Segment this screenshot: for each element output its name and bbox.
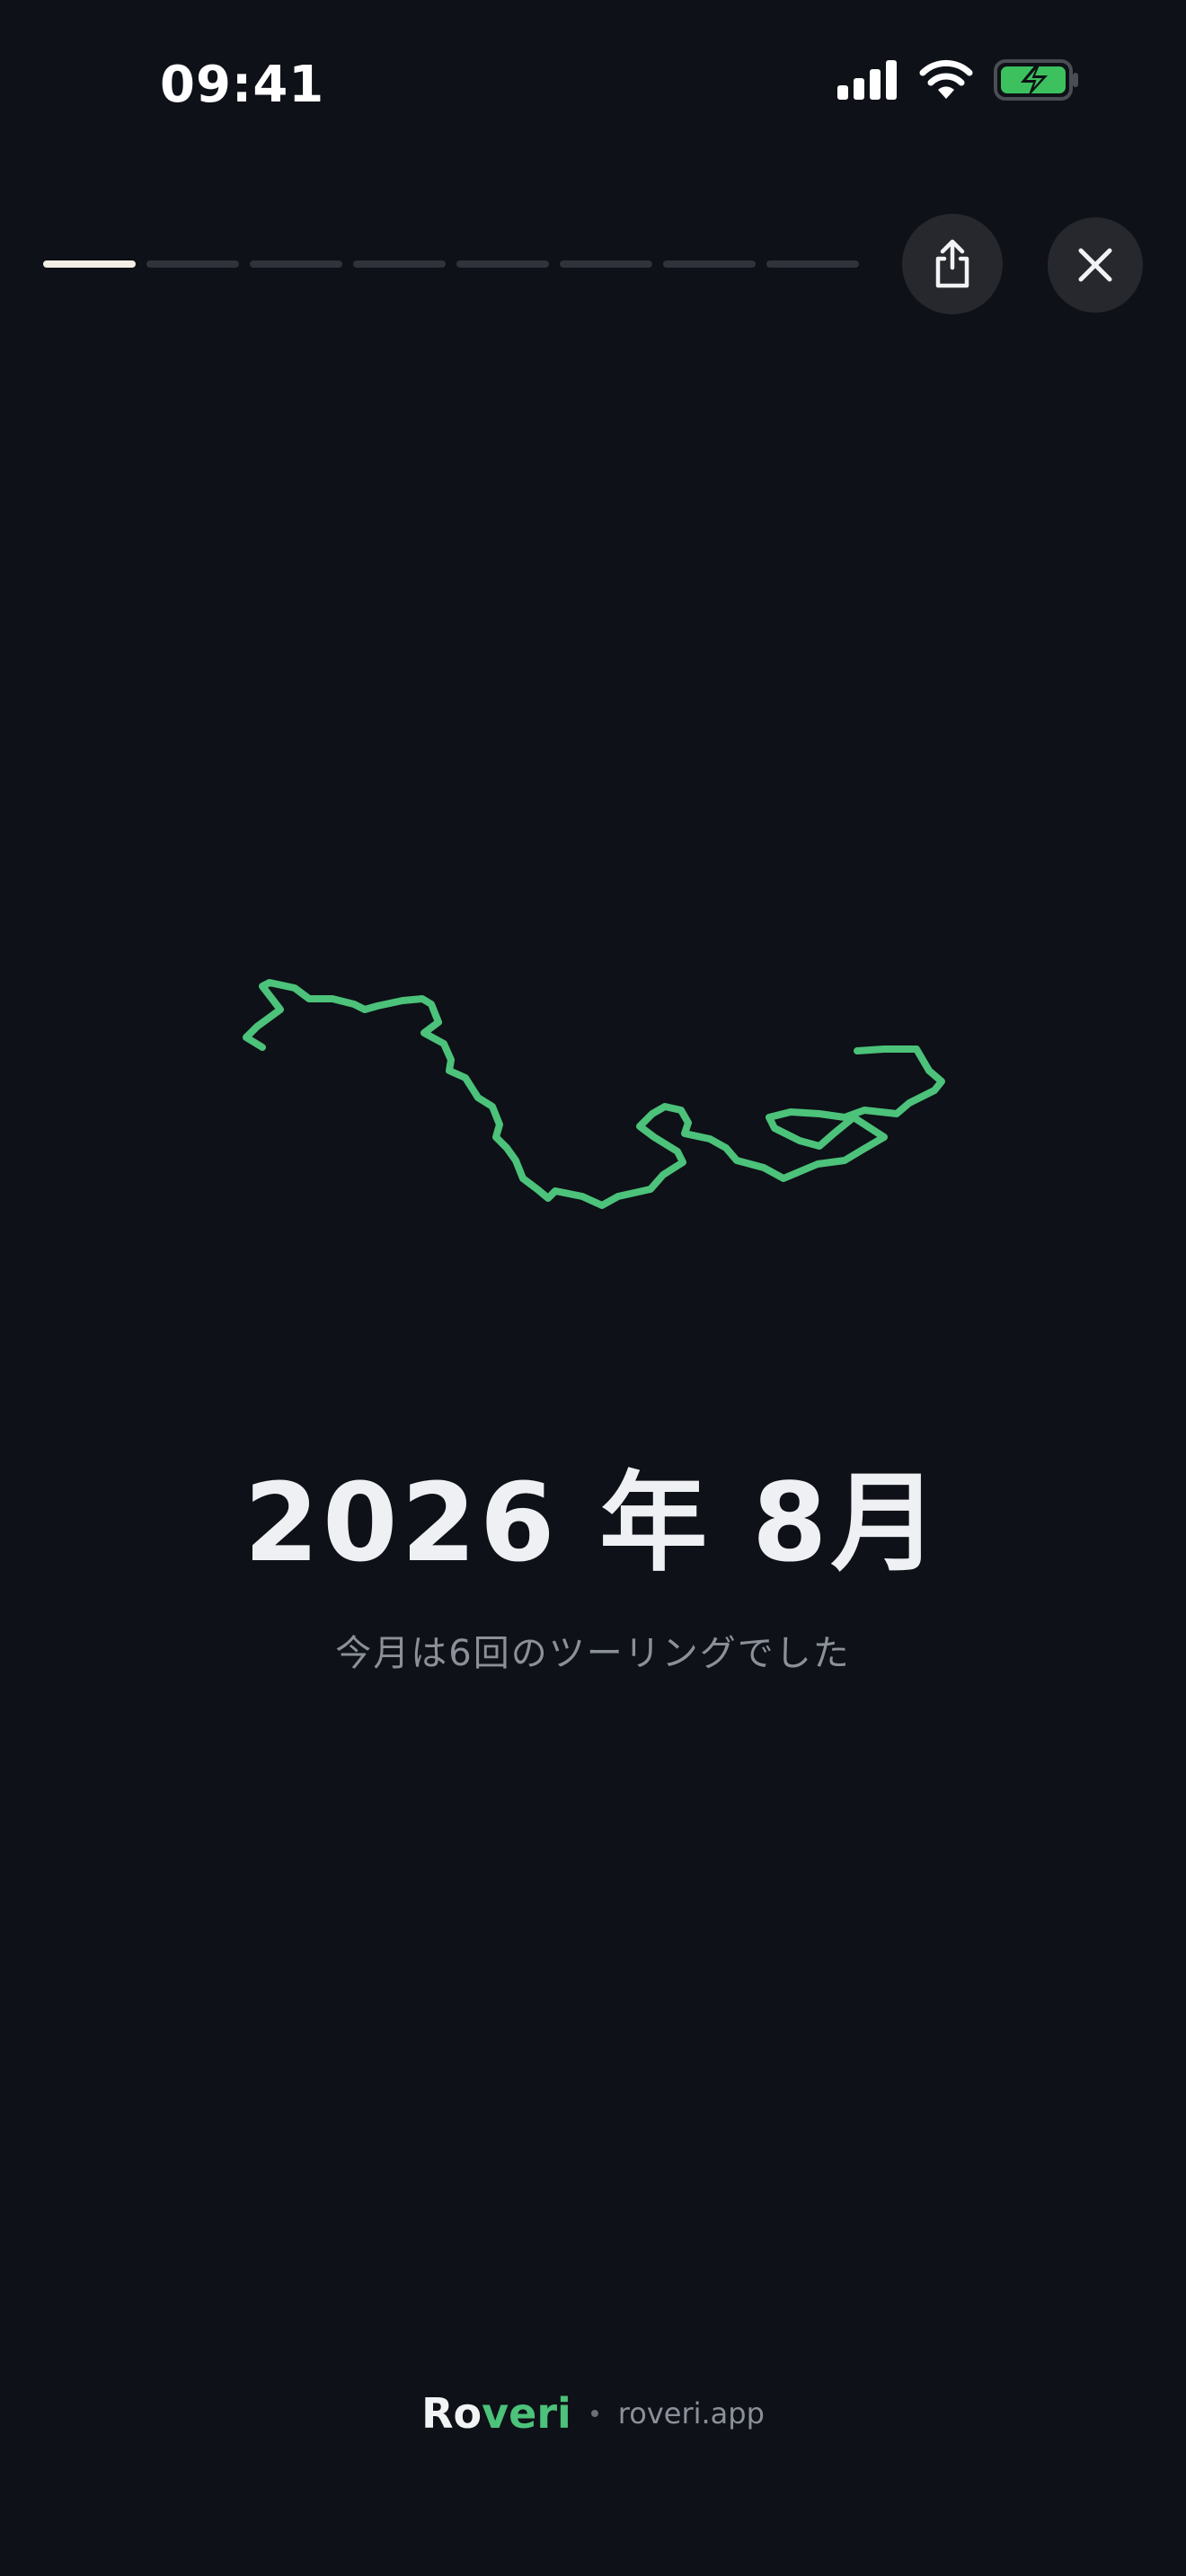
status-icons <box>837 59 1080 101</box>
route-path <box>243 979 945 1209</box>
close-icon <box>1078 248 1112 282</box>
wifi-icon <box>919 59 973 99</box>
brand-domain: roveri.app <box>617 2396 765 2430</box>
story-progress-segment <box>560 260 652 268</box>
battery-charging-icon <box>994 59 1078 101</box>
month-title: 2026 年 8月 <box>243 1461 943 1586</box>
month-summary: 今月は6回のツーリングでした <box>335 1633 851 1674</box>
brand-logo-veri: veri <box>482 2389 571 2438</box>
route-map <box>243 979 945 1209</box>
story-progress-segment <box>250 260 342 268</box>
close-button[interactable] <box>1048 217 1143 313</box>
separator-dot <box>590 2410 598 2417</box>
story-progress-bar <box>43 260 859 268</box>
share-icon <box>935 239 969 288</box>
brand-logo: Roveri <box>421 2389 571 2438</box>
story-progress-segment <box>663 260 756 268</box>
footer-branding: Roveri roveri.app <box>0 2389 1186 2438</box>
share-button[interactable] <box>902 214 1003 314</box>
signal-icon <box>837 60 897 100</box>
story-screen: 09:41 2026 年 8月 今月は6回のツーリングでした Roveri ro… <box>0 0 1186 2576</box>
status-time: 09:41 <box>160 56 325 114</box>
brand-logo-ro: Ro <box>421 2389 482 2438</box>
story-progress-segment <box>456 260 549 268</box>
story-progress-segment <box>766 260 859 268</box>
story-progress-segment <box>43 260 136 268</box>
story-progress-segment <box>353 260 446 268</box>
story-progress-segment <box>146 260 239 268</box>
